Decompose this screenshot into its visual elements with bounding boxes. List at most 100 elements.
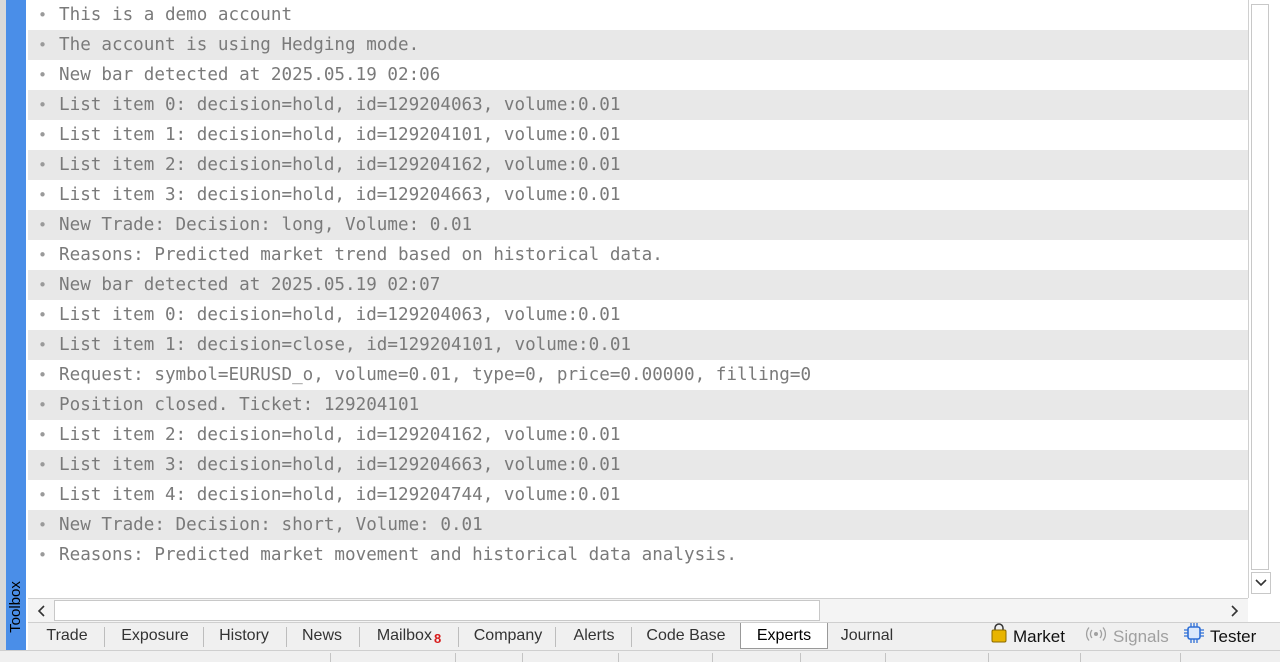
broadcast-icon: [1084, 623, 1108, 651]
chevron-right-icon: [1231, 605, 1239, 617]
log-text: Reasons: Predicted market movement and h…: [59, 545, 737, 565]
signals-button[interactable]: Signals: [1084, 623, 1169, 651]
log-row: • Request: symbol=EURUSD_o, volume=0.01, …: [28, 360, 1248, 390]
tester-label: Tester: [1210, 627, 1257, 646]
toolbox-bar[interactable]: [6, 0, 26, 650]
log-row: • List item 1: decision=hold, id=12920410…: [28, 120, 1248, 150]
vertical-scroll-thumb[interactable]: [1251, 4, 1269, 570]
tab-mailbox[interactable]: Mailbox 8: [365, 623, 453, 649]
log-row: • Reasons: Predicted market trend based o…: [28, 240, 1248, 270]
market-label: Market: [1013, 627, 1065, 646]
tab-exposure[interactable]: Exposure: [110, 623, 200, 649]
log-row: • New Trade: Decision: short, Volume: 0.0…: [28, 510, 1248, 540]
scroll-down-button[interactable]: [1251, 572, 1271, 594]
bullet: •: [38, 66, 48, 84]
tab-trade[interactable]: Trade: [32, 623, 102, 649]
bullet: •: [38, 426, 48, 444]
log-text: List item 0: decision=hold, id=129204063…: [59, 95, 621, 115]
tab-label: News: [301, 627, 342, 644]
toolbox-label: Toolbox: [7, 581, 24, 633]
shopping-bag-icon: [990, 622, 1008, 652]
tab-experts[interactable]: Experts: [740, 623, 828, 649]
log-row: • Reasons: Predicted market movement and …: [28, 540, 1248, 570]
bullet: •: [38, 186, 48, 204]
bullet: •: [38, 486, 48, 504]
tab-journal[interactable]: Journal: [830, 623, 904, 649]
tab-label: Code Base: [646, 627, 726, 644]
bullet: •: [38, 456, 48, 474]
log-text: List item 2: decision=hold, id=129204162…: [59, 425, 621, 445]
status-bar: [0, 650, 1280, 662]
log-text: This is a demo account: [59, 5, 293, 25]
tab-label: Company: [473, 627, 543, 644]
tab-divider: [631, 627, 632, 647]
tab-label: Journal: [840, 627, 894, 644]
tab-divider: [104, 627, 105, 647]
vertical-scrollbar[interactable]: [1248, 0, 1273, 598]
tab-divider: [458, 627, 459, 647]
mailbox-count-badge: 8: [433, 631, 442, 646]
bullet: •: [38, 126, 48, 144]
log-text: New bar detected at 2025.05.19 02:07: [59, 275, 441, 295]
bullet: •: [38, 336, 48, 354]
bullet: •: [38, 156, 48, 174]
log-row: • Position closed. Ticket: 129204101: [28, 390, 1248, 420]
tab-label: Alerts: [573, 627, 615, 644]
log-text: New Trade: Decision: short, Volume: 0.01: [59, 515, 483, 535]
tab-history[interactable]: History: [209, 623, 279, 649]
bullet: •: [38, 36, 48, 54]
tab-code-base[interactable]: Code Base: [637, 623, 735, 649]
bullet: •: [38, 396, 48, 414]
tab-divider: [555, 627, 556, 647]
scroll-right-button[interactable]: [1222, 598, 1248, 623]
tab-label: History: [219, 627, 269, 644]
tab-label: Exposure: [121, 627, 189, 644]
log-text: List item 3: decision=hold, id=129204663…: [59, 455, 621, 475]
log-row: • New Trade: Decision: long, Volume: 0.01: [28, 210, 1248, 240]
tab-company[interactable]: Company: [464, 623, 552, 649]
log-row: • List item 4: decision=hold, id=12920474…: [28, 480, 1248, 510]
log-text: New Trade: Decision: long, Volume: 0.01: [59, 215, 473, 235]
log-row: • New bar detected at 2025.05.19 02:07: [28, 270, 1248, 300]
log-text: The account is using Hedging mode.: [59, 35, 420, 55]
market-button[interactable]: Market: [990, 622, 1065, 652]
tab-divider: [203, 627, 204, 647]
tab-alerts[interactable]: Alerts: [561, 623, 627, 649]
log-row: • List item 3: decision=hold, id=12920466…: [28, 450, 1248, 480]
chevron-left-icon: [37, 605, 45, 617]
toolbox-tab[interactable]: Toolbox: [6, 567, 26, 647]
horizontal-scroll-thumb[interactable]: [54, 600, 820, 621]
log-text: List item 2: decision=hold, id=129204162…: [59, 155, 621, 175]
log-row: • List item 2: decision=hold, id=12920416…: [28, 420, 1248, 450]
log-text: List item 3: decision=hold, id=129204663…: [59, 185, 621, 205]
log-text: List item 1: decision=hold, id=129204101…: [59, 125, 621, 145]
cpu-chip-icon: [1183, 622, 1205, 653]
bullet: •: [38, 546, 48, 564]
bullet: •: [38, 96, 48, 114]
log-text: List item 4: decision=hold, id=129204744…: [59, 485, 621, 505]
log-text: New bar detected at 2025.05.19 02:06: [59, 65, 441, 85]
log-row: • List item 2: decision=hold, id=12920416…: [28, 150, 1248, 180]
tab-news[interactable]: News: [292, 623, 352, 649]
log-text: List item 0: decision=hold, id=129204063…: [59, 305, 621, 325]
log-text: List item 1: decision=close, id=12920410…: [59, 335, 632, 355]
tab-label: Experts: [756, 627, 812, 644]
horizontal-scrollbar[interactable]: [28, 598, 1248, 623]
log-text: Request: symbol=EURUSD_o, volume=0.01, t…: [59, 365, 812, 385]
tester-button[interactable]: Tester: [1183, 622, 1257, 653]
log-text: Reasons: Predicted market trend based on…: [59, 245, 663, 265]
signals-label: Signals: [1113, 627, 1169, 646]
chevron-down-icon: [1255, 579, 1267, 587]
log-row: • The account is using Hedging mode.: [28, 30, 1248, 60]
experts-log: • This is a demo account • The account is …: [28, 0, 1248, 600]
log-row: • List item 1: decision=close, id=1292041…: [28, 330, 1248, 360]
bullet: •: [38, 276, 48, 294]
log-row: • New bar detected at 2025.05.19 02:06: [28, 60, 1248, 90]
log-row: • List item 3: decision=hold, id=12920466…: [28, 180, 1248, 210]
bullet: •: [38, 516, 48, 534]
tab-divider: [286, 627, 287, 647]
tab-divider: [359, 627, 360, 647]
bullet: •: [38, 366, 48, 384]
tab-label: Trade: [46, 627, 88, 644]
scroll-left-button[interactable]: [30, 600, 52, 622]
